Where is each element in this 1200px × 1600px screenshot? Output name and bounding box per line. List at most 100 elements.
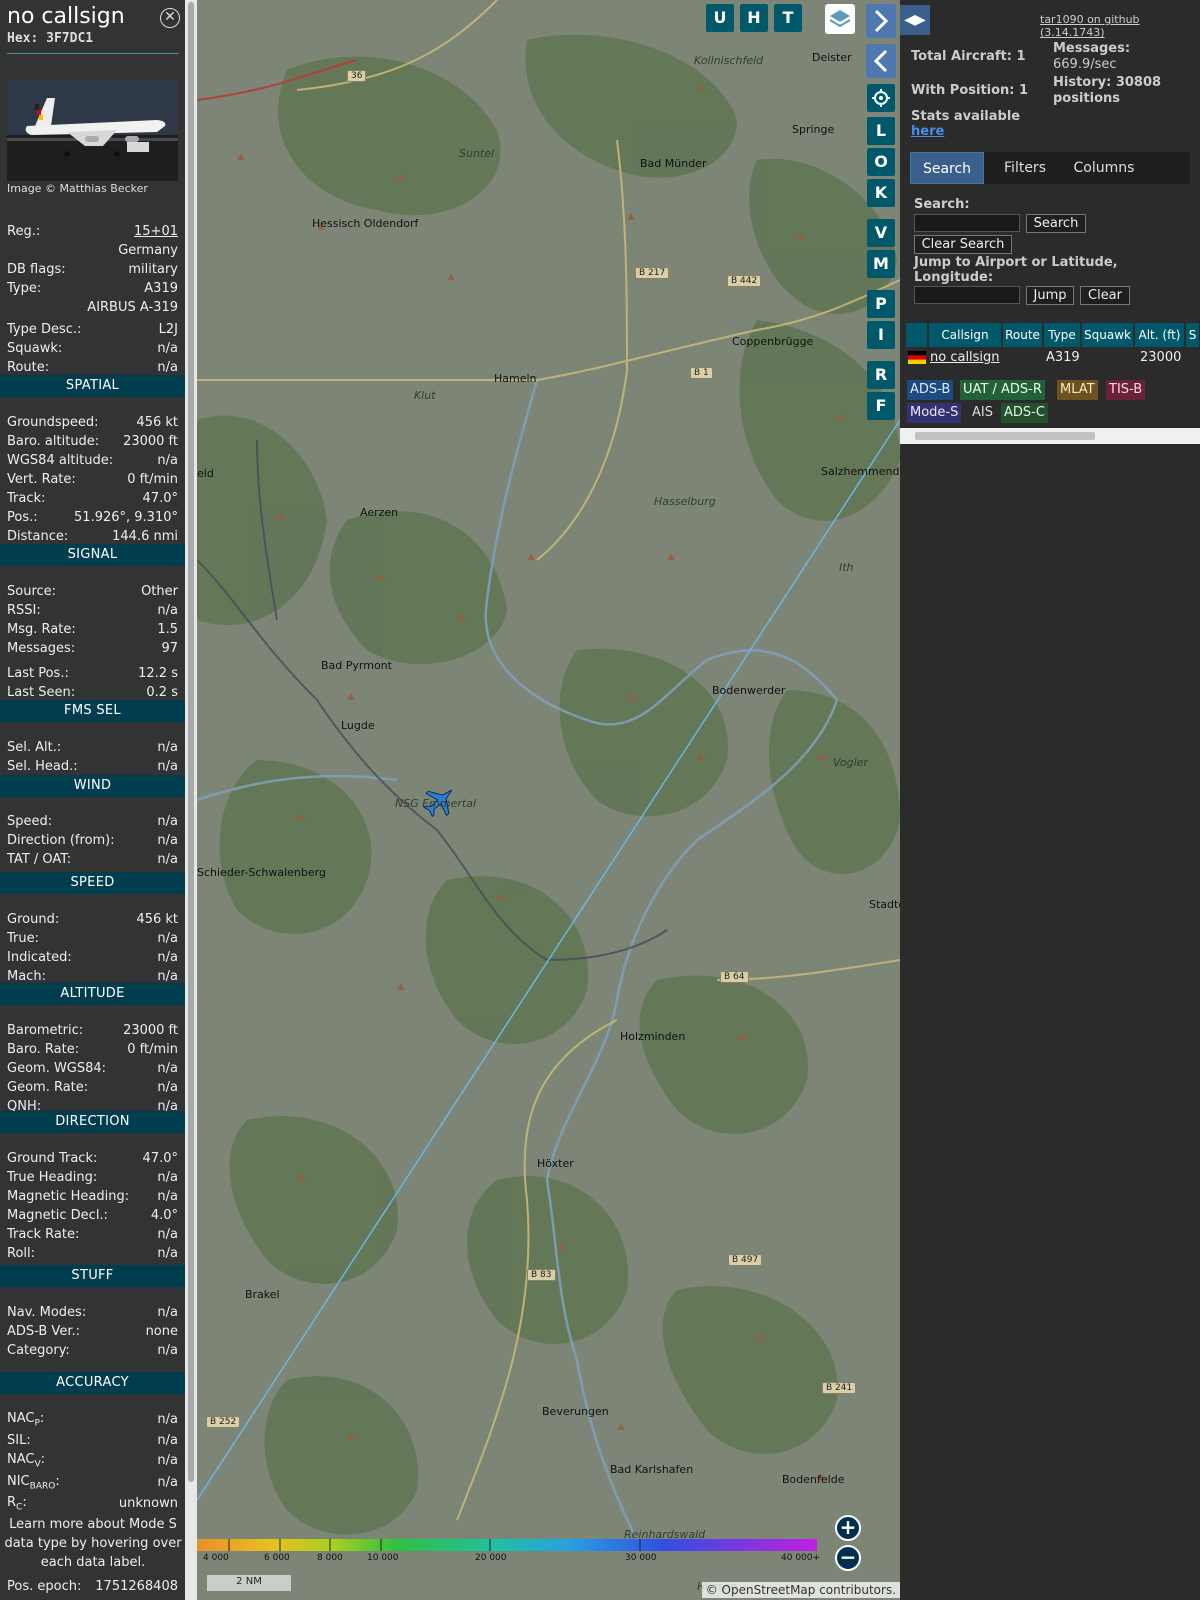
info-label[interactable]: Ground Track: [7, 1151, 97, 1166]
info-label[interactable]: Messages: [7, 641, 75, 656]
info-label[interactable]: WGS84 altitude: [7, 453, 113, 468]
info-label[interactable]: NICBARO: [7, 1474, 60, 1492]
scrollbar-thumb[interactable] [915, 432, 1095, 440]
info-label[interactable]: Type: [7, 281, 41, 296]
info-label[interactable]: Route: [7, 360, 49, 375]
map-button-f[interactable]: F [867, 392, 895, 420]
info-label[interactable]: NACP: [7, 1411, 44, 1429]
info-label[interactable]: Mach: [7, 969, 46, 984]
info-label[interactable]: Track Rate: [7, 1227, 79, 1242]
info-label[interactable]: Barometric: [7, 1023, 83, 1038]
map-button-l[interactable]: L [867, 117, 895, 145]
info-label[interactable]: Nav. Modes: [7, 1305, 86, 1320]
jump-button[interactable]: Jump [1026, 286, 1074, 305]
next-aircraft-button[interactable] [866, 4, 896, 38]
info-label[interactable]: Pos. epoch: [7, 1579, 81, 1594]
info-label[interactable]: Squawk: [7, 341, 62, 356]
info-label[interactable]: Baro. Rate: [7, 1042, 79, 1057]
info-label[interactable]: Groundspeed: [7, 415, 98, 430]
zoom-in-button[interactable]: + [835, 1515, 861, 1541]
map-button-i[interactable]: I [867, 321, 895, 349]
map-button-r[interactable]: R [867, 361, 895, 389]
tab-columns[interactable]: Columns [1064, 152, 1144, 184]
clear-jump-button[interactable]: Clear [1080, 286, 1130, 305]
cell-callsign[interactable]: no callsign [930, 348, 1000, 368]
info-panel-scrollbar[interactable] [185, 0, 197, 1600]
info-label[interactable]: Speed: [7, 814, 52, 829]
info-label[interactable]: Sel. Head.: [7, 759, 78, 774]
aircraft-photo[interactable] [7, 80, 178, 181]
info-label[interactable]: Ground: [7, 912, 59, 927]
toggle-sidebar-button[interactable]: ◀▶ [900, 5, 930, 35]
info-label[interactable]: Source: [7, 584, 56, 599]
info-label[interactable]: Last Pos.: [7, 666, 69, 681]
column-header-altitude[interactable]: Alt. (ft) [1135, 323, 1185, 347]
map-button-k[interactable]: K [867, 179, 895, 207]
table-horizontal-scrollbar[interactable] [900, 428, 1200, 444]
map-button-u[interactable]: U [706, 4, 734, 32]
info-label[interactable]: Sel. Alt.: [7, 740, 61, 755]
badge-ads-b[interactable]: ADS-B [907, 380, 954, 400]
column-header-s[interactable]: S [1186, 323, 1200, 347]
map-view[interactable]: Suntel Bad Münder Springe Deister Hessisch O… [197, 0, 900, 1600]
info-label[interactable]: ADS-B Ver.: [7, 1324, 80, 1339]
jump-input[interactable] [914, 286, 1020, 304]
info-label[interactable]: Msg. Rate: [7, 622, 76, 637]
badge-mlat[interactable]: MLAT [1057, 380, 1098, 400]
info-label[interactable]: Geom. WGS84: [7, 1061, 106, 1076]
info-label[interactable]: DB flags: [7, 262, 66, 277]
info-label[interactable]: Distance: [7, 529, 68, 544]
layers-button[interactable] [825, 4, 855, 34]
search-input[interactable] [914, 214, 1020, 232]
badge-mode-s[interactable]: Mode-S [907, 403, 962, 423]
clear-search-button[interactable]: Clear Search [914, 235, 1012, 254]
search-button[interactable]: Search [1026, 214, 1086, 233]
info-label[interactable]: Indicated: [7, 950, 72, 965]
settings-button[interactable] [867, 84, 895, 112]
info-label[interactable]: Roll: [7, 1246, 35, 1261]
column-header-route[interactable]: Route [1003, 323, 1043, 347]
map-button-p[interactable]: P [867, 290, 895, 318]
badge-uat-ads-r[interactable]: UAT / ADS-R [960, 380, 1045, 400]
badge-ais[interactable]: AIS [969, 403, 996, 423]
info-label[interactable]: True Heading: [7, 1170, 97, 1185]
info-label[interactable]: RSSI: [7, 603, 41, 618]
info-label[interactable]: Reg.: [7, 224, 40, 239]
badge-ads-c[interactable]: ADS-C [1001, 403, 1048, 423]
column-header-flag[interactable] [906, 323, 928, 347]
info-label[interactable]: TAT / OAT: [7, 852, 71, 867]
map-attribution[interactable]: © OpenStreetMap contributors. [701, 1582, 900, 1598]
column-header-callsign[interactable]: Callsign [929, 323, 1002, 347]
tab-search[interactable]: Search [910, 152, 984, 184]
map-button-m[interactable]: M [867, 250, 895, 278]
info-label[interactable]: Type Desc.: [7, 322, 81, 337]
github-link[interactable]: tar1090 on github (3.14.1743) [1040, 13, 1200, 39]
info-label[interactable]: Track: [7, 491, 45, 506]
map-button-t[interactable]: T [774, 4, 802, 32]
tab-filters[interactable]: Filters [990, 152, 1060, 184]
info-label[interactable]: Magnetic Decl.: [7, 1208, 108, 1223]
info-label[interactable]: Geom. Rate: [7, 1080, 88, 1095]
stats-link[interactable]: here [911, 124, 944, 139]
prev-aircraft-button[interactable] [866, 44, 896, 78]
column-header-type[interactable]: Type [1044, 323, 1081, 347]
scrollbar-thumb[interactable] [188, 2, 194, 1482]
registration-link[interactable]: 15+01 [134, 224, 178, 239]
zoom-out-button[interactable]: − [835, 1545, 861, 1571]
info-label[interactable]: True: [7, 931, 39, 946]
info-label[interactable]: Direction (from): [7, 833, 115, 848]
column-header-squawk[interactable]: Squawk [1082, 323, 1134, 347]
info-label[interactable]: RC: [7, 1495, 27, 1513]
info-label[interactable]: Category: [7, 1343, 70, 1358]
info-label[interactable]: Vert. Rate: [7, 472, 76, 487]
badge-tis-b[interactable]: TIS-B [1106, 380, 1146, 400]
info-label[interactable]: Pos.: [7, 510, 38, 525]
close-info-button[interactable]: ✕ [160, 8, 180, 28]
info-label[interactable]: Baro. altitude: [7, 434, 99, 449]
map-button-o[interactable]: O [867, 148, 895, 176]
map-button-h[interactable]: H [740, 4, 768, 32]
map-button-v[interactable]: V [867, 219, 895, 247]
info-label[interactable]: NACV: [7, 1452, 45, 1470]
info-label[interactable]: SIL: [7, 1433, 31, 1448]
info-label[interactable]: Magnetic Heading: [7, 1189, 129, 1204]
